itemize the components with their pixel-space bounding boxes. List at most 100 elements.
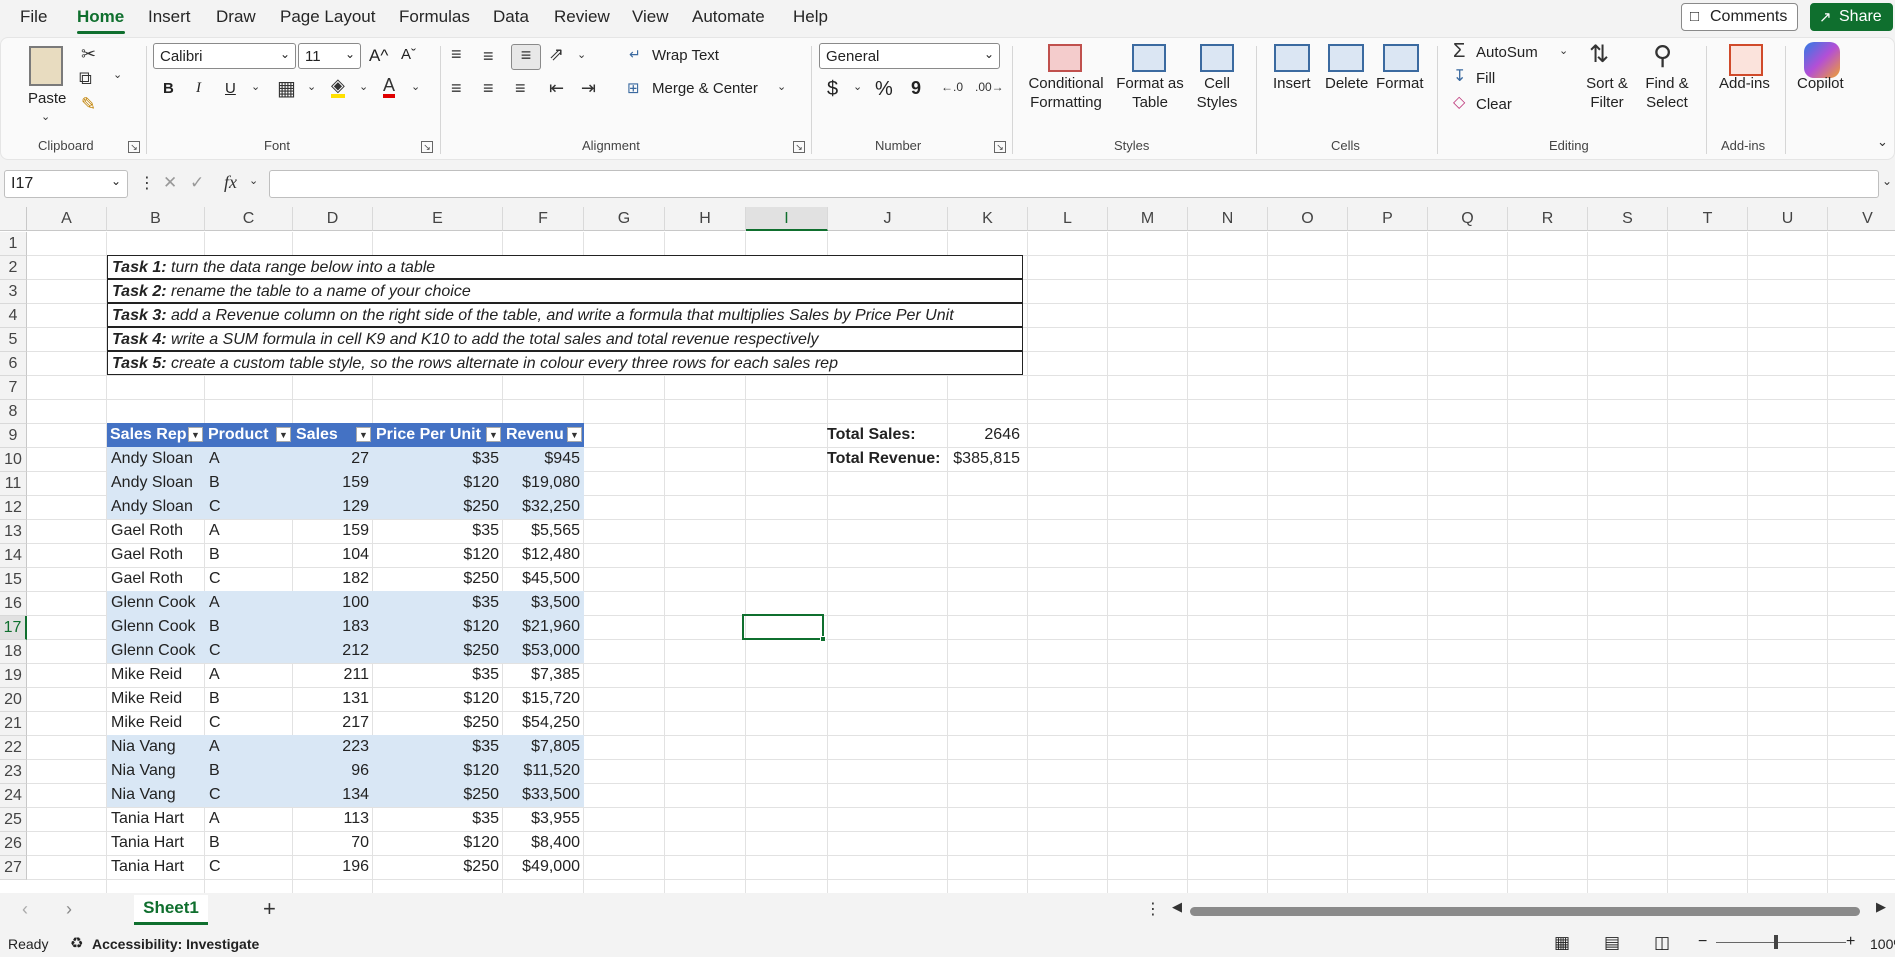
table-cell[interactable]: 217: [293, 711, 373, 735]
paste-icon[interactable]: [29, 46, 63, 86]
table-cell[interactable]: $32,250: [503, 495, 584, 519]
table-cell[interactable]: 211: [293, 663, 373, 687]
table-cell[interactable]: $35: [373, 663, 503, 687]
decrease-indent-icon[interactable]: ⇤: [549, 78, 564, 99]
table-row[interactable]: Gael Roth B 104 $120 $12,480: [107, 543, 584, 567]
table-cell[interactable]: $945: [503, 447, 584, 471]
fill-button[interactable]: Fill: [1476, 70, 1495, 87]
table-cell[interactable]: A: [205, 807, 293, 831]
table-cell[interactable]: Tania Hart: [107, 807, 205, 831]
table-cell[interactable]: 113: [293, 807, 373, 831]
add-sheet-icon[interactable]: +: [263, 896, 276, 922]
table-cell[interactable]: Andy Sloan: [107, 447, 205, 471]
row-header-27[interactable]: 27: [0, 856, 27, 880]
accessibility-button[interactable]: Accessibility: Investigate: [92, 936, 259, 952]
column-header-q[interactable]: Q: [1428, 207, 1508, 231]
format-painter-icon[interactable]: ✎: [81, 94, 96, 115]
table-cell[interactable]: C: [205, 639, 293, 663]
task-box-3[interactable]: Task 3: add a Revenue column on the righ…: [107, 303, 1023, 327]
table-cell[interactable]: Andy Sloan: [107, 495, 205, 519]
menu-help[interactable]: Help: [793, 7, 828, 27]
cut-icon[interactable]: ✂: [81, 44, 96, 65]
table-cell[interactable]: Nia Vang: [107, 735, 205, 759]
table-cell[interactable]: 212: [293, 639, 373, 663]
column-header-m[interactable]: M: [1108, 207, 1188, 231]
column-header-u[interactable]: U: [1748, 207, 1828, 231]
column-header-n[interactable]: N: [1188, 207, 1268, 231]
row-header-13[interactable]: 13: [0, 520, 27, 544]
column-header-d[interactable]: D: [293, 207, 373, 231]
row-header-19[interactable]: 19: [0, 664, 27, 688]
column-header-c[interactable]: C: [205, 207, 293, 231]
enter-icon[interactable]: ✓: [190, 173, 204, 193]
table-row[interactable]: Andy Sloan A 27 $35 $945: [107, 447, 584, 471]
wrap-text-button[interactable]: Wrap Text: [652, 47, 719, 64]
total-sales-label[interactable]: Total Sales:: [827, 426, 916, 444]
table-cell[interactable]: $33,500: [503, 783, 584, 807]
table-cell[interactable]: C: [205, 783, 293, 807]
column-header-i[interactable]: I: [746, 207, 828, 231]
bold-button[interactable]: B: [163, 80, 174, 97]
align-bottom-icon[interactable]: ≡: [511, 44, 541, 70]
conditional-formatting-button[interactable]: Conditional Formatting: [1022, 74, 1110, 112]
table-row[interactable]: Gael Roth A 159 $35 $5,565: [107, 519, 584, 543]
table-cell[interactable]: Mike Reid: [107, 711, 205, 735]
find-select-button[interactable]: Find & Select: [1637, 74, 1697, 112]
row-header-22[interactable]: 22: [0, 736, 27, 760]
table-header-product[interactable]: Product ▼: [205, 423, 293, 447]
font-launcher-icon[interactable]: ↘: [421, 141, 433, 153]
column-header-l[interactable]: L: [1028, 207, 1108, 231]
table-cell[interactable]: $7,385: [503, 663, 584, 687]
comma-button[interactable]: 9: [911, 78, 921, 99]
table-cell[interactable]: $19,080: [503, 471, 584, 495]
underline-dropdown-icon[interactable]: ⌄: [251, 80, 260, 93]
active-cell-selection[interactable]: [742, 614, 826, 642]
table-cell[interactable]: $45,500: [503, 567, 584, 591]
table-cell[interactable]: $120: [373, 543, 503, 567]
cell-styles-button[interactable]: Cell Styles: [1188, 74, 1246, 112]
task-box-4[interactable]: Task 4: write a SUM formula in cell K9 a…: [107, 327, 1023, 351]
align-left-icon[interactable]: ≡: [451, 78, 462, 99]
row-header-7[interactable]: 7: [0, 376, 27, 400]
expand-formula-bar-icon[interactable]: ⌄: [1882, 174, 1892, 188]
format-cells-icon[interactable]: [1383, 44, 1419, 72]
table-cell[interactable]: $11,520: [503, 759, 584, 783]
table-cell[interactable]: C: [205, 495, 293, 519]
table-cell[interactable]: 159: [293, 471, 373, 495]
row-header-12[interactable]: 12: [0, 496, 27, 520]
table-cell[interactable]: Nia Vang: [107, 783, 205, 807]
table-cell[interactable]: $35: [373, 591, 503, 615]
shrink-font-button[interactable]: Aˇ: [401, 46, 416, 63]
zoom-out-icon[interactable]: −: [1698, 933, 1707, 951]
table-cell[interactable]: Gael Roth: [107, 543, 205, 567]
column-header-g[interactable]: G: [584, 207, 665, 231]
table-row[interactable]: Nia Vang A 223 $35 $7,805: [107, 735, 584, 759]
sheet-tab-sheet1[interactable]: Sheet1: [134, 895, 208, 925]
more-options-icon[interactable]: ⋮: [139, 173, 155, 193]
italic-button[interactable]: I: [196, 80, 201, 97]
table-cell[interactable]: B: [205, 759, 293, 783]
zoom-in-icon[interactable]: +: [1846, 933, 1855, 951]
row-header-2[interactable]: 2: [0, 256, 27, 280]
menu-review[interactable]: Review: [554, 7, 610, 27]
table-header-price-per-unit[interactable]: Price Per Unit ▼: [373, 423, 503, 447]
menu-insert[interactable]: Insert: [148, 7, 191, 27]
table-cell[interactable]: $250: [373, 711, 503, 735]
row-header-15[interactable]: 15: [0, 568, 27, 592]
menu-page-layout[interactable]: Page Layout: [280, 7, 375, 27]
orientation-dropdown-icon[interactable]: ⌄: [577, 48, 586, 61]
borders-icon[interactable]: ▦: [277, 76, 296, 101]
fill-color-icon[interactable]: ◈: [331, 76, 345, 98]
paste-button[interactable]: Paste: [28, 90, 66, 107]
row-header-6[interactable]: 6: [0, 352, 27, 376]
table-row[interactable]: Glenn Cook C 212 $250 $53,000: [107, 639, 584, 663]
table-cell[interactable]: $7,805: [503, 735, 584, 759]
number-format-combo[interactable]: General ⌄: [819, 43, 1000, 69]
column-header-b[interactable]: B: [107, 207, 205, 231]
fill-handle[interactable]: [820, 636, 826, 642]
row-header-5[interactable]: 5: [0, 328, 27, 352]
increase-decimal-icon[interactable]: ←.0: [941, 80, 963, 94]
table-cell[interactable]: B: [205, 543, 293, 567]
column-header-k[interactable]: K: [948, 207, 1028, 231]
column-header-t[interactable]: T: [1668, 207, 1748, 231]
